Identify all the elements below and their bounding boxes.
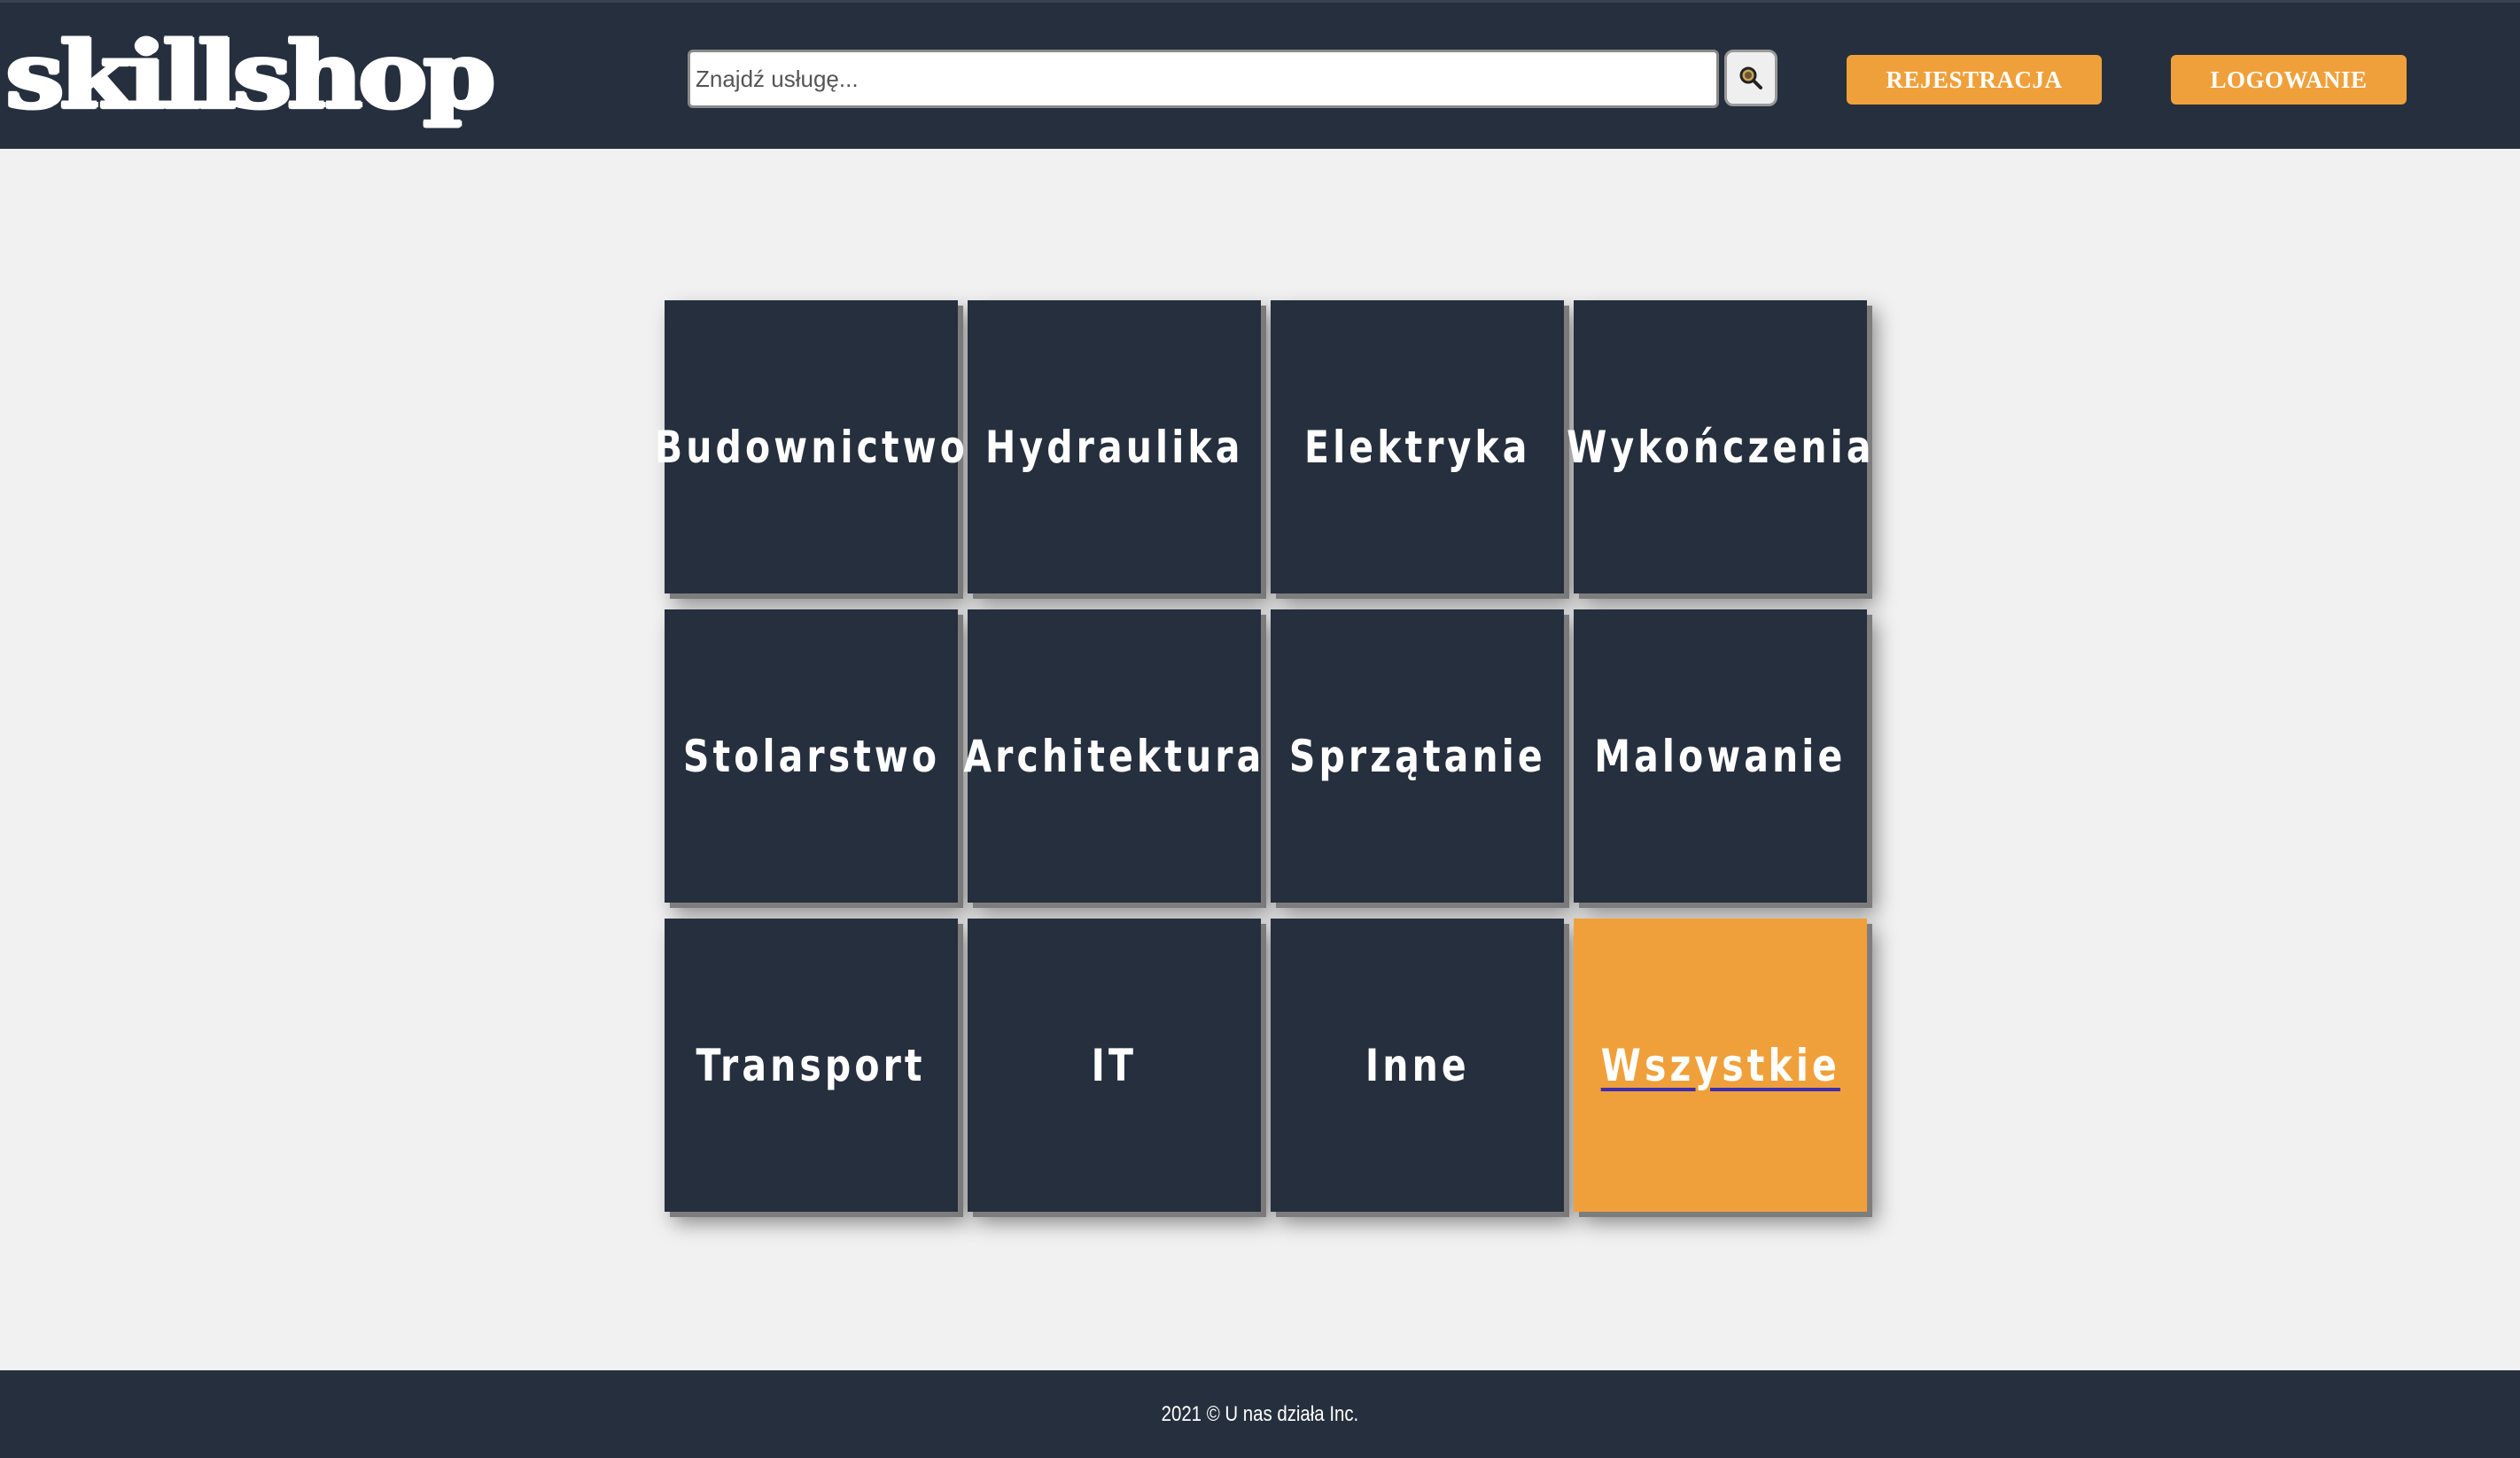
category-label: Inne	[1365, 1039, 1470, 1091]
register-button[interactable]: REJESTRACJA	[1847, 55, 2102, 105]
category-tile-stolarstwo[interactable]: Stolarstwo	[665, 609, 958, 903]
category-label: Budownictwo	[654, 421, 968, 473]
category-tile-malowanie[interactable]: Malowanie	[1574, 609, 1867, 903]
category-label: IT	[1091, 1039, 1138, 1091]
header-bar: skillshop REJESTRACJA LOGOWANIE	[0, 0, 2520, 149]
category-tile-hydraulika[interactable]: Hydraulika	[968, 300, 1261, 593]
category-label: Architektura	[963, 730, 1265, 782]
category-tile-it[interactable]: IT	[968, 919, 1261, 1212]
search-input[interactable]	[688, 50, 1719, 108]
category-tile-transport[interactable]: Transport	[665, 919, 958, 1212]
category-tile-architektura[interactable]: Architektura	[963, 609, 1261, 903]
category-tile-sprzatanie[interactable]: Sprzątanie	[1271, 609, 1564, 903]
category-tile-wszystkie[interactable]: Wszystkie	[1574, 919, 1867, 1212]
category-label: Transport	[696, 1039, 927, 1091]
category-grid: Budownictwo Hydraulika Elektryka Wykończ…	[654, 300, 1871, 1213]
category-label: Stolarstwo	[682, 730, 940, 782]
search-icon	[1739, 66, 1762, 89]
category-label: Hydraulika	[984, 421, 1244, 473]
category-label: Wykończenia	[1566, 421, 1875, 473]
footer-copyright: 2021 © U nas działa Inc.	[1161, 1401, 1359, 1426]
category-tile-budownictwo[interactable]: Budownictwo	[654, 300, 964, 593]
search-button[interactable]	[1724, 50, 1777, 106]
footer-bar: 2021 © U nas działa Inc.	[0, 1370, 2520, 1458]
category-label: Elektryka	[1303, 421, 1531, 473]
site-logo[interactable]: skillshop	[4, 20, 496, 129]
category-tile-elektryka[interactable]: Elektryka	[1271, 300, 1564, 593]
category-label: Malowanie	[1594, 730, 1847, 782]
login-button[interactable]: LOGOWANIE	[2171, 55, 2407, 105]
category-tile-inne[interactable]: Inne	[1271, 919, 1564, 1212]
category-tile-wykonczenia[interactable]: Wykończenia	[1567, 300, 1871, 593]
category-label: Sprzątanie	[1288, 730, 1546, 782]
category-label: Wszystkie	[1600, 1039, 1840, 1091]
